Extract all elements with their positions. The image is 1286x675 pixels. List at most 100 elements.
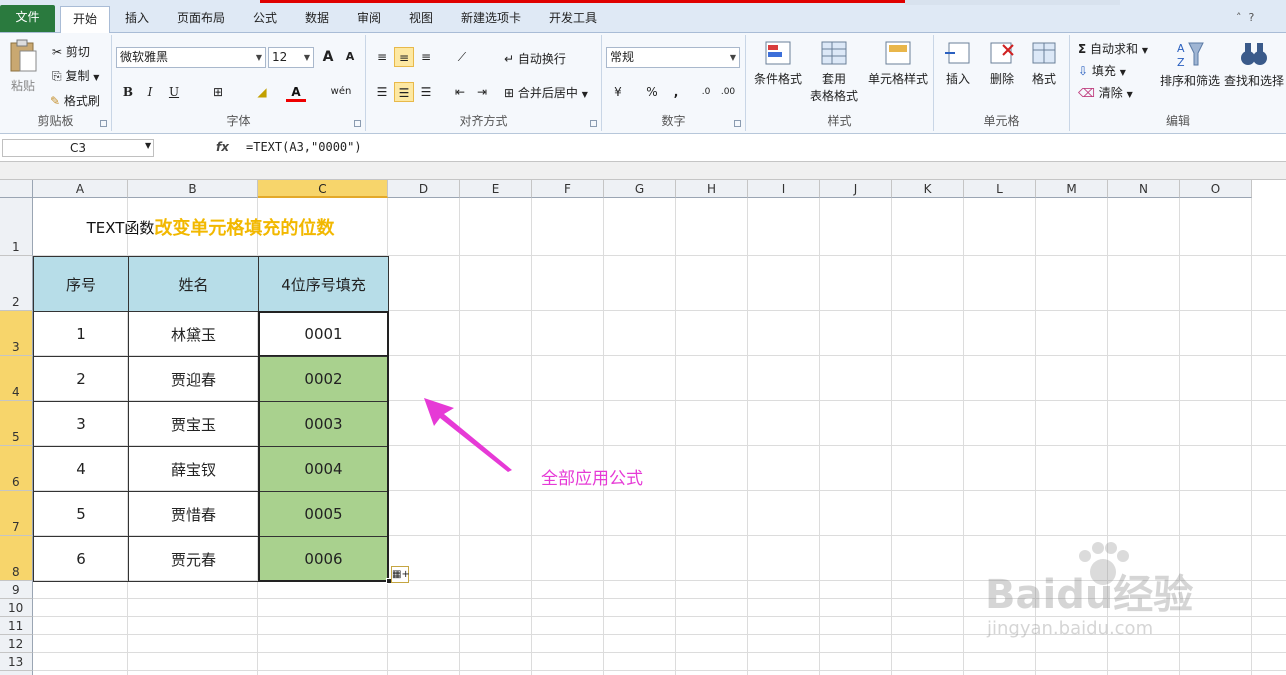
tab-insert[interactable]: 插入: [122, 6, 152, 32]
column-header-e[interactable]: E: [460, 180, 532, 198]
table-cell[interactable]: 0005: [258, 491, 389, 537]
table-cell[interactable]: 0001: [258, 311, 389, 357]
copy-button[interactable]: ⎘ 复制 ▼: [52, 67, 99, 84]
tab-formulas[interactable]: 公式: [252, 6, 278, 32]
column-header-b[interactable]: B: [128, 180, 258, 198]
number-format-combo[interactable]: 常规 ▼: [606, 47, 740, 68]
row-header-12[interactable]: 12: [0, 635, 33, 653]
delete-cells-button[interactable]: 删除: [984, 39, 1020, 87]
table-cell[interactable]: 贾元春: [128, 536, 259, 582]
header-cell[interactable]: 序号: [33, 256, 129, 312]
conditional-format-button[interactable]: 条件格式: [750, 39, 806, 87]
border-icon[interactable]: ⊞: [208, 82, 228, 102]
auto-fill-options-icon[interactable]: ▦+: [391, 566, 410, 583]
align-bottom-icon[interactable]: ≡: [416, 47, 436, 67]
table-cell[interactable]: 0004: [258, 446, 389, 492]
row-header-13[interactable]: 13: [0, 653, 33, 671]
table-cell[interactable]: 5: [33, 491, 129, 537]
row-header-7[interactable]: 7: [0, 491, 33, 536]
merge-center-button[interactable]: ⊞ 合并后居中 ▼: [504, 84, 588, 101]
format-cells-button[interactable]: 格式: [1026, 39, 1062, 87]
row-header-10[interactable]: 10: [0, 599, 33, 617]
table-cell[interactable]: 薛宝钗: [128, 446, 259, 492]
wrap-text-button[interactable]: ↵ 自动换行: [504, 50, 566, 67]
table-format-button[interactable]: 套用 表格格式: [804, 39, 864, 104]
comma-button[interactable]: ,: [666, 82, 686, 102]
tab-view[interactable]: 视图: [408, 6, 434, 32]
phonetic-button[interactable]: wén: [328, 82, 354, 102]
header-cell[interactable]: 4位序号填充: [258, 256, 389, 312]
table-cell[interactable]: 2: [33, 356, 129, 402]
sort-filter-button[interactable]: AZ 排序和筛选: [1158, 39, 1222, 89]
font-size-combo[interactable]: 12 ▼: [268, 47, 314, 68]
table-cell[interactable]: 0002: [258, 356, 389, 402]
tab-home[interactable]: 开始: [60, 6, 110, 34]
dialog-launcher-icon[interactable]: [100, 120, 107, 127]
column-header-n[interactable]: N: [1108, 180, 1180, 198]
select-all-corner[interactable]: [0, 180, 33, 198]
formula-input[interactable]: =TEXT(A3,"0000"): [246, 140, 362, 154]
grow-font-button[interactable]: A: [318, 47, 338, 67]
percent-button[interactable]: %: [642, 82, 662, 102]
chevron-down-icon[interactable]: ▼: [145, 141, 151, 150]
font-name-combo[interactable]: 微软雅黑 ▼: [116, 47, 266, 68]
clear-button[interactable]: ⌫ 清除 ▼: [1078, 84, 1133, 101]
worksheet-grid[interactable]: ABCDEFGHIJKLMNO 1234567891011121314 TEXT…: [0, 180, 1286, 675]
column-header-j[interactable]: J: [820, 180, 892, 198]
tab-data[interactable]: 数据: [304, 6, 330, 32]
tab-new[interactable]: 新建选项卡: [460, 6, 522, 32]
row-header-5[interactable]: 5: [0, 401, 33, 446]
table-cell[interactable]: 1: [33, 311, 129, 357]
table-cell[interactable]: 贾宝玉: [128, 401, 259, 447]
currency-icon[interactable]: ¥: [608, 82, 628, 102]
table-cell[interactable]: 林黛玉: [128, 311, 259, 357]
increase-decimal-icon[interactable]: .0: [696, 82, 716, 102]
align-middle-icon[interactable]: ≡: [394, 47, 414, 67]
paste-button[interactable]: 粘贴: [8, 39, 42, 101]
minimize-ribbon-icon[interactable]: ˄ ?: [1236, 11, 1276, 25]
table-cell[interactable]: 6: [33, 536, 129, 582]
shrink-font-button[interactable]: A: [340, 47, 360, 67]
column-header-h[interactable]: H: [676, 180, 748, 198]
column-header-l[interactable]: L: [964, 180, 1036, 198]
tab-file[interactable]: 文件: [0, 5, 55, 32]
dialog-launcher-icon[interactable]: [734, 120, 741, 127]
format-painter-button[interactable]: ✎ 格式刷: [50, 92, 100, 109]
column-header-d[interactable]: D: [388, 180, 460, 198]
sheet-title[interactable]: TEXT函数 改变单元格填充的位数: [33, 198, 388, 256]
decrease-decimal-icon[interactable]: .00: [718, 82, 738, 102]
row-header-8[interactable]: 8: [0, 536, 33, 581]
row-header-4[interactable]: 4: [0, 356, 33, 401]
fx-icon[interactable]: fx: [216, 140, 229, 154]
dialog-launcher-icon[interactable]: [590, 120, 597, 127]
insert-cells-button[interactable]: 插入: [940, 39, 976, 87]
header-cell[interactable]: 姓名: [128, 256, 259, 312]
increase-indent-icon[interactable]: ⇥: [472, 82, 492, 102]
bold-button[interactable]: B: [118, 82, 138, 102]
table-cell[interactable]: 3: [33, 401, 129, 447]
column-header-g[interactable]: G: [604, 180, 676, 198]
table-cell[interactable]: 4: [33, 446, 129, 492]
decrease-indent-icon[interactable]: ⇤: [450, 82, 470, 102]
table-cell[interactable]: 贾迎春: [128, 356, 259, 402]
row-header-9[interactable]: 9: [0, 581, 33, 599]
fill-button[interactable]: ⇩ 填充 ▼: [1078, 62, 1126, 79]
row-header-3[interactable]: 3: [0, 311, 33, 356]
column-header-f[interactable]: F: [532, 180, 604, 198]
column-header-c[interactable]: C: [258, 180, 388, 198]
dialog-launcher-icon[interactable]: [354, 120, 361, 127]
autosum-button[interactable]: Σ 自动求和 ▼: [1078, 40, 1148, 57]
row-header-11[interactable]: 11: [0, 617, 33, 635]
table-cell[interactable]: 0003: [258, 401, 389, 447]
align-left-icon[interactable]: ☰: [372, 82, 392, 102]
cell-styles-button[interactable]: 单元格样式: [866, 39, 930, 87]
column-header-a[interactable]: A: [33, 180, 128, 198]
table-cell[interactable]: 贾惜春: [128, 491, 259, 537]
row-header-2[interactable]: 2: [0, 256, 33, 311]
column-header-m[interactable]: M: [1036, 180, 1108, 198]
row-header-1[interactable]: 1: [0, 198, 33, 256]
align-top-icon[interactable]: ≡: [372, 47, 392, 67]
column-header-k[interactable]: K: [892, 180, 964, 198]
column-header-o[interactable]: O: [1180, 180, 1252, 198]
row-header-6[interactable]: 6: [0, 446, 33, 491]
